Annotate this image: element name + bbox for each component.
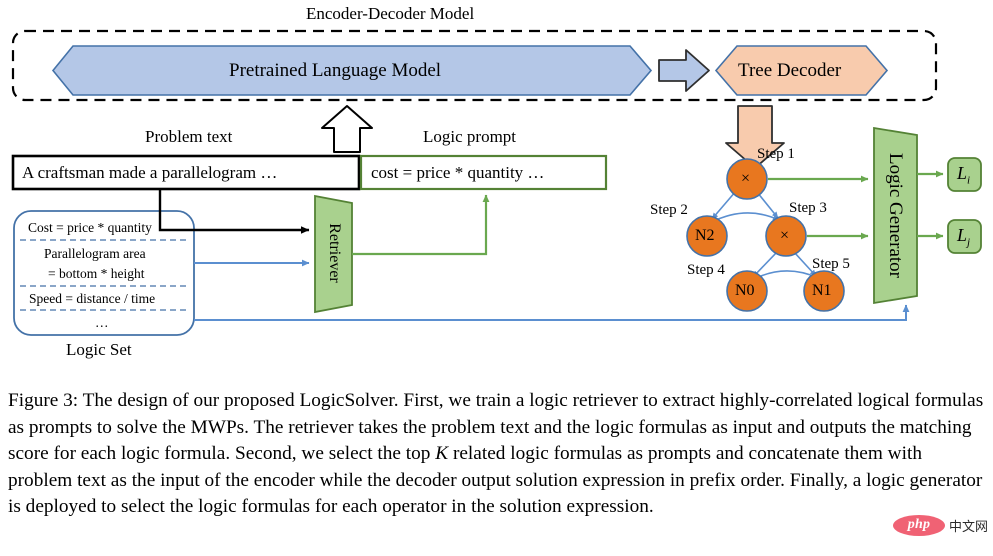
- logic-prompt-box[interactable]: [359, 154, 608, 191]
- caption-k-symbol: K: [435, 443, 449, 465]
- logic-generator-label: Logic Generator: [885, 152, 906, 279]
- watermark: php 中文网: [893, 512, 989, 538]
- plm-to-decoder-arrow: [658, 49, 710, 92]
- tree-node-root[interactable]: [726, 158, 768, 200]
- retriever-label-wrap: Retriever: [295, 214, 372, 291]
- problem-text-box[interactable]: [11, 154, 361, 191]
- decoder-to-tree-arrow: [725, 105, 785, 169]
- watermark-php-badge: php: [893, 514, 945, 536]
- tree-node-mid[interactable]: [765, 215, 807, 257]
- watermark-chinese-text: 中文网: [949, 519, 989, 535]
- tree-decoder-shape[interactable]: [714, 45, 889, 96]
- retriever-to-logic-prompt-arrow: [352, 194, 490, 256]
- figure-caption: Figure 3: The design of our proposed Log…: [8, 388, 986, 521]
- caption-prefix: Figure 3:: [8, 390, 79, 411]
- tree-node-n2[interactable]: [686, 215, 728, 257]
- prompt-to-encoder-arrow: [321, 105, 373, 153]
- logic-set-to-logic-generator-arrow: [194, 304, 910, 321]
- retriever-label: Retriever: [325, 222, 343, 283]
- watermark-brand: php: [907, 517, 931, 532]
- figure-diagram: Encoder-Decoder Model Pretrained Languag…: [0, 0, 993, 386]
- tree-node-n0[interactable]: [726, 270, 768, 312]
- pretrained-language-model-shape[interactable]: [51, 45, 653, 96]
- logic-generator-label-wrap: Logic Generator: [831, 151, 960, 280]
